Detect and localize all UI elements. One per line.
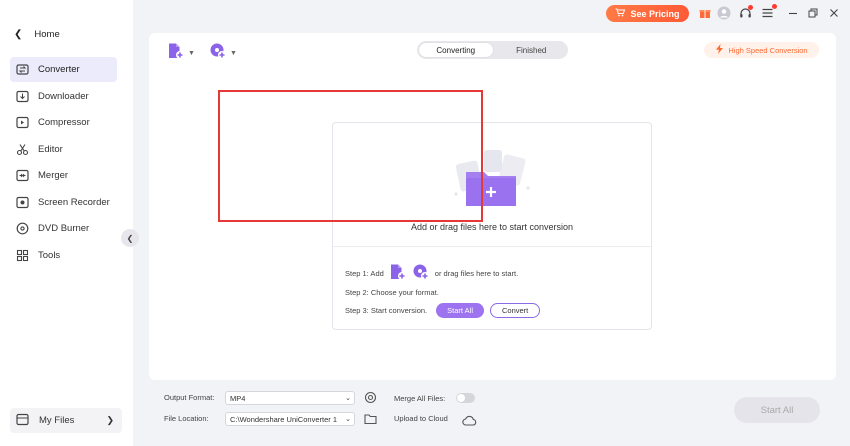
step-3: Step 3: Start conversion. Start All Conv…: [345, 303, 541, 318]
load-dvd-button[interactable]: ▼: [209, 42, 237, 65]
drop-instructions: Add or drag files here to start conversi…: [410, 222, 574, 232]
add-files-button[interactable]: ▼: [167, 42, 195, 65]
start-all-small-button[interactable]: Start All: [436, 303, 484, 318]
file-location-select[interactable]: C:\Wondershare UniConverter 1 ⌄: [225, 412, 355, 426]
convert-button[interactable]: Convert: [489, 303, 541, 318]
converter-icon: [16, 63, 29, 76]
cart-icon: [615, 8, 626, 19]
tab-finished[interactable]: Finished: [495, 41, 569, 59]
minimize-icon[interactable]: [785, 5, 801, 21]
screen-recorder-icon: [16, 196, 29, 209]
close-icon[interactable]: [826, 5, 842, 21]
lightning-icon: [715, 44, 724, 56]
collapse-sidebar-button[interactable]: ❮: [121, 229, 139, 247]
tab-converting[interactable]: Converting: [419, 43, 493, 57]
add-file-icon[interactable]: [389, 263, 407, 283]
output-format-value: MP4: [230, 393, 246, 403]
status-tabs: Converting Finished: [417, 41, 568, 59]
my-files-label: My Files: [39, 415, 75, 426]
step-2-text: Step 2: Choose your format.: [345, 288, 439, 297]
compressor-icon: [16, 116, 29, 129]
see-pricing-button[interactable]: See Pricing: [606, 5, 689, 22]
merger-icon: [16, 169, 29, 182]
sidebar-item-label: Merger: [38, 170, 69, 181]
output-format-select[interactable]: MP4 ⌄: [225, 391, 355, 405]
home-link[interactable]: ❮ Home: [14, 29, 60, 40]
sidebar-item-label: Compressor: [38, 117, 90, 128]
merge-all-files-label: Merge All Files:: [394, 394, 446, 403]
sidebar-item-tools[interactable]: Tools: [10, 243, 117, 268]
gift-icon[interactable]: [697, 5, 713, 21]
merge-all-files-toggle[interactable]: [456, 393, 475, 403]
step-1-suffix: or drag files here to start.: [434, 268, 519, 278]
headset-icon[interactable]: [737, 5, 753, 21]
step-3-text: Step 3: Start conversion.: [345, 306, 428, 315]
output-format-label: Output Format:: [164, 393, 215, 402]
sidebar-item-compressor[interactable]: Compressor: [10, 110, 117, 135]
folder-icon: [16, 413, 29, 429]
step-1: Step 1: Add or drag files here to start.: [345, 263, 518, 283]
sidebar-item-dvd-burner[interactable]: DVD Burner: [10, 216, 117, 241]
grid-icon: [16, 249, 29, 262]
sidebar-item-converter[interactable]: Converter: [10, 57, 117, 82]
sidebar-item-label: Converter: [38, 64, 80, 75]
high-speed-conversion-button[interactable]: High Speed Conversion: [704, 42, 819, 58]
notification-dot: [772, 4, 777, 9]
sidebar-item-label: Downloader: [38, 91, 89, 102]
add-disc-icon: [209, 42, 227, 65]
step-1-prefix: Step 1: Add: [345, 268, 384, 278]
chevron-down-icon: ⌄: [345, 416, 351, 423]
see-pricing-label: See Pricing: [630, 8, 680, 19]
cloud-icon[interactable]: [462, 413, 477, 431]
title-bar: See Pricing: [0, 0, 850, 28]
file-location-value: C:\Wondershare UniConverter 1: [230, 414, 337, 424]
disc-icon: [16, 222, 29, 235]
sidebar-item-label: Tools: [38, 250, 61, 261]
highlight-box: [218, 90, 483, 222]
restore-icon[interactable]: [805, 5, 821, 21]
add-disc-icon[interactable]: [412, 263, 430, 283]
chevron-down-icon: ▼: [230, 50, 237, 57]
sidebar-item-label: Screen Recorder: [38, 197, 110, 208]
menu-icon[interactable]: [759, 4, 777, 21]
chevron-down-icon: ▼: [188, 50, 195, 57]
notification-dot: [748, 5, 753, 10]
high-speed-label: High Speed Conversion: [728, 45, 808, 55]
chevron-right-icon: ❯: [106, 415, 114, 425]
step-2: Step 2: Choose your format.: [345, 288, 439, 297]
sidebar-item-editor[interactable]: Editor: [10, 137, 117, 162]
start-all-button[interactable]: Start All: [734, 397, 820, 423]
open-folder-icon[interactable]: [364, 412, 377, 430]
chevron-left-icon: ❮: [126, 233, 134, 243]
sidebar-item-merger[interactable]: Merger: [10, 163, 117, 188]
sidebar-item-label: Editor: [38, 144, 63, 155]
home-label: Home: [34, 29, 60, 40]
sidebar-item-label: DVD Burner: [38, 223, 90, 234]
chevron-left-icon: ❮: [14, 29, 23, 40]
sidebar-item-screen-recorder[interactable]: Screen Recorder: [10, 190, 117, 215]
add-file-icon: [167, 42, 185, 65]
sidebar: ❮ Home Converter Downloader Compressor E…: [0, 0, 133, 446]
downloader-icon: [16, 90, 29, 103]
avatar[interactable]: [716, 5, 732, 21]
scissors-icon: [16, 143, 29, 156]
my-files-button[interactable]: My Files ❯: [10, 408, 122, 433]
chevron-down-icon: ⌄: [345, 395, 351, 402]
bottom-bar: Output Format: MP4 ⌄ Merge All Files: Fi…: [149, 382, 836, 440]
upload-to-cloud-label: Upload to Cloud: [394, 414, 448, 423]
sidebar-item-downloader[interactable]: Downloader: [10, 84, 117, 109]
settings-icon[interactable]: [364, 391, 377, 409]
file-location-label: File Location:: [164, 414, 209, 423]
